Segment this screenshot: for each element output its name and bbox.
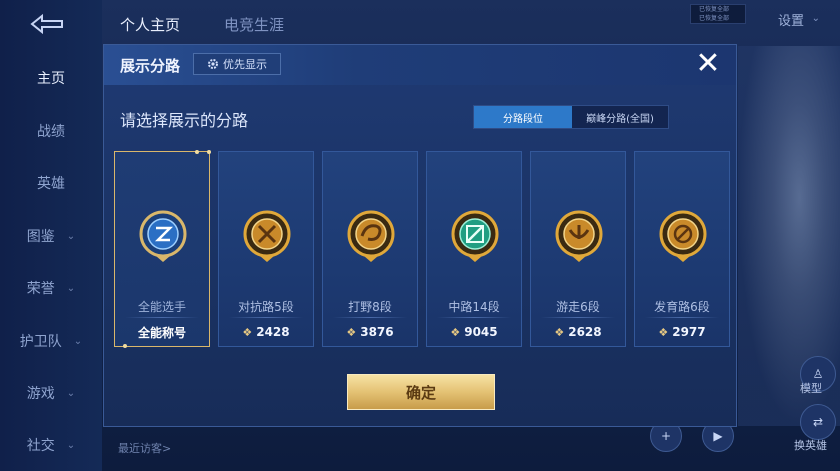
lane-cards: 全能选手 全能称号 对抗路5段 ❖ 2428 打野8段 ❖ 3876 中路14段… [114,150,730,348]
lane-score: 2977 [672,325,706,339]
swap-hero-icon[interactable]: ⇄ [800,404,836,440]
notice-line: 已恢复全部 [699,6,730,13]
corner-dot [207,150,211,154]
sidebar-item-home[interactable]: 主页 [0,68,102,88]
dialog-subtitle: 请选择展示的分路 [120,111,249,130]
tab-esports[interactable]: 电竞生涯 [224,14,284,35]
sidebar-item-honors[interactable]: 荣誉 ⌄ [0,278,102,298]
sidebar-item-label: 护卫队 [19,334,62,350]
farm-lane-emblem-icon [659,210,707,262]
jungle-emblem-icon [347,210,395,262]
chevron-down-icon: ⌄ [811,13,820,24]
card-divider [437,317,511,318]
sidebar: 主页 战绩 英雄 图鉴 ⌄ 荣誉 ⌄ 护卫队 ⌄ 游戏 ⌄ 社交 ⌄ [0,0,102,471]
lane-card-clash[interactable]: 对抗路5段 ❖ 2428 [218,151,314,347]
dialog-title: 展示分路 [120,57,181,75]
chevron-down-icon: ⌄ [73,335,83,347]
sidebar-item-guard[interactable]: 护卫队 ⌄ [0,331,102,351]
lane-title-badge: 全能称号 [115,324,209,340]
lane-score-row: ❖ 2428 [219,324,313,340]
lane-name: 游走6段 [556,300,600,314]
rank-points-icon: ❖ [346,325,357,339]
sidebar-item-label: 主页 [37,71,65,87]
lane-mode-toggle: 分路段位 巅峰分路(全国) [473,105,669,129]
roam-emblem-icon [555,210,603,262]
lane-card-mid[interactable]: 中路14段 ❖ 9045 [426,151,522,347]
priority-display-label: 优先显示 [223,58,267,71]
card-divider [125,317,199,318]
clash-lane-emblem-icon [243,210,291,262]
chevron-down-icon: ⌄ [66,387,76,399]
settings-button[interactable]: 设置 [778,10,804,29]
lane-score-row: ❖ 2628 [531,324,625,340]
card-divider [541,317,615,318]
sidebar-item-label: 荣誉 [26,281,55,297]
chevron-down-icon: ⌄ [66,282,76,294]
chevron-down-icon: ⌄ [66,230,76,242]
lane-card-jungle[interactable]: 打野8段 ❖ 3876 [322,151,418,347]
lane-score-row: ❖ 3876 [323,324,417,340]
lane-name: 中路14段 [448,300,500,314]
notice-badge: 已恢复全部 已恢复全部 [690,4,746,24]
lane-name: 全能选手 [137,300,186,314]
sidebar-item-label: 社交 [26,438,55,454]
all-round-emblem-icon [139,210,187,262]
lane-score: 2628 [568,325,602,339]
rank-points-icon: ❖ [450,325,461,339]
card-divider [333,317,407,318]
lane-card-farm[interactable]: 发育路6段 ❖ 2977 [634,151,730,347]
dialog-header: 展示分路 优先显示 ✕ [104,45,736,85]
lane-name: 打野8段 [348,300,392,314]
back-arrow-icon[interactable] [22,10,68,36]
lane-card-all-round[interactable]: 全能选手 全能称号 [114,150,211,348]
confirm-button[interactable]: 确定 [347,374,495,410]
priority-display-button[interactable]: 优先显示 [193,53,281,75]
lane-score: 9045 [464,325,498,339]
lane-score-row: ❖ 9045 [427,324,521,340]
lane-display-dialog: 展示分路 优先显示 ✕ 请选择展示的分路 分路段位 巅峰分路(全国) 全能选手 … [103,44,737,427]
lane-score-row: ❖ 2977 [635,324,729,340]
card-divider [229,317,303,318]
model-button-label: 模型 [800,382,822,395]
sidebar-item-game[interactable]: 游戏 ⌄ [0,383,102,403]
close-icon[interactable]: ✕ [692,49,724,81]
rank-points-icon: ❖ [554,325,565,339]
sidebar-item-codex[interactable]: 图鉴 ⌄ [0,226,102,246]
recent-visitors-link[interactable]: 最近访客> [118,440,171,456]
lane-name: 对抗路5段 [238,300,294,314]
corner-dot [195,150,199,154]
gear-icon [208,59,218,69]
swap-hero-label: 换英雄 [794,439,827,452]
chevron-down-icon: ⌄ [66,439,76,451]
tab-profile[interactable]: 个人主页 [120,14,180,35]
lane-score: 全能称号 [137,325,186,340]
lane-card-roam[interactable]: 游走6段 ❖ 2628 [530,151,626,347]
sidebar-item-label: 图鉴 [26,229,55,245]
lane-name: 发育路6段 [654,300,710,314]
lane-score: 3876 [360,325,394,339]
sidebar-item-label: 英雄 [37,176,65,192]
mid-lane-emblem-icon [451,210,499,262]
lane-score: 2428 [256,325,290,339]
card-divider [645,317,719,318]
sidebar-item-records[interactable]: 战绩 [0,121,102,141]
rank-points-icon: ❖ [658,325,669,339]
corner-dot [123,344,127,348]
sidebar-item-label: 游戏 [26,386,55,402]
sidebar-item-heroes[interactable]: 英雄 [0,173,102,193]
rank-points-icon: ❖ [242,325,253,339]
tab-peak-lane[interactable]: 巅峰分路(全国) [572,106,668,128]
tab-lane-rank[interactable]: 分路段位 [474,106,572,128]
sidebar-item-social[interactable]: 社交 ⌄ [0,435,102,455]
sidebar-item-label: 战绩 [37,124,65,140]
notice-line: 已恢复全部 [699,15,730,22]
